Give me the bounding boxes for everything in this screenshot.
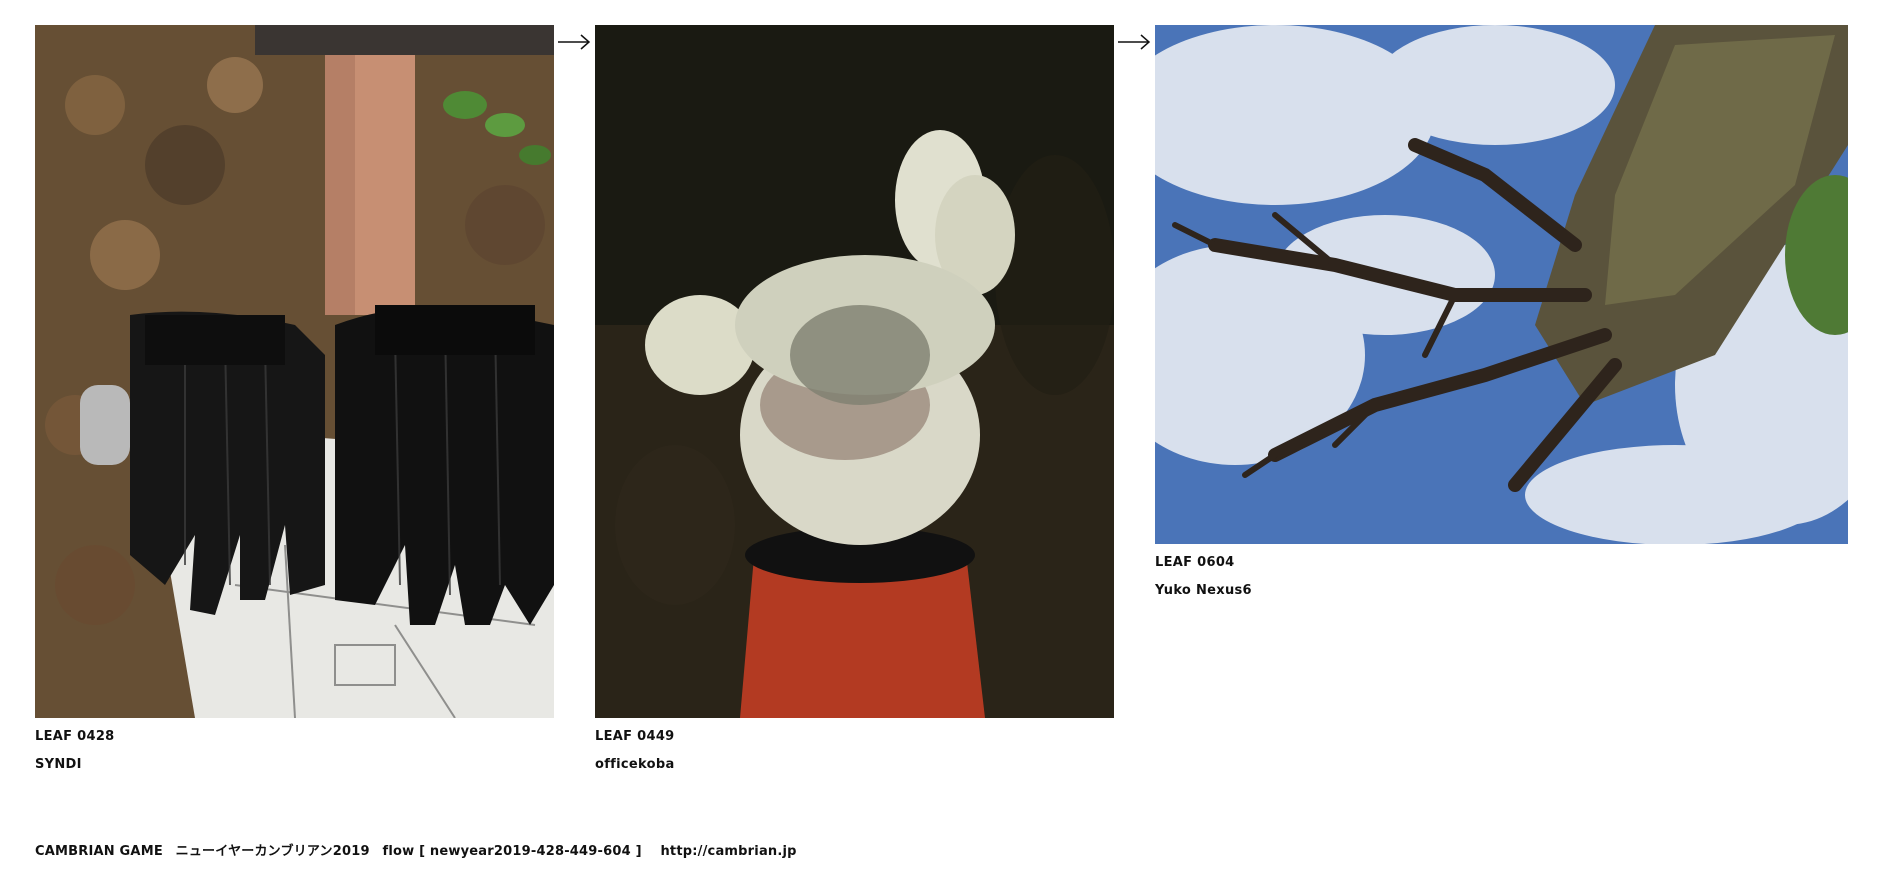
footer-title-jp: ニューイヤーカンブリアン2019 (175, 844, 370, 859)
footer: CAMBRIAN GAME ニューイヤーカンブリアン2019 flow [ ne… (35, 840, 805, 859)
leaf-0428-photo[interactable] (35, 25, 554, 718)
stuffed-rabbit-image (595, 25, 1114, 718)
leaf-0604-photo[interactable] (1155, 25, 1848, 544)
footer-game-name: CAMBRIAN GAME (35, 844, 163, 859)
leaf-0449-photo[interactable] (595, 25, 1114, 718)
arrow-icon (557, 33, 591, 51)
tree-and-sky-image (1155, 25, 1848, 544)
black-gloves-image (35, 25, 554, 718)
leaf-0449-id[interactable]: LEAF 0449 (595, 729, 675, 744)
leaf-0604-id[interactable]: LEAF 0604 (1155, 555, 1235, 570)
footer-flow: flow [ newyear2019-428-449-604 ] (382, 844, 642, 859)
leaf-0428-id[interactable]: LEAF 0428 (35, 729, 115, 744)
page: LEAF 0428 SYNDI LEAF 0449 officekoba LEA… (0, 0, 1883, 872)
footer-url-link[interactable]: http://cambrian.jp (660, 844, 796, 859)
leaf-0428-author[interactable]: SYNDI (35, 757, 82, 772)
arrow-icon (1117, 33, 1151, 51)
leaf-0604-author[interactable]: Yuko Nexus6 (1155, 583, 1252, 598)
leaf-0449-author[interactable]: officekoba (595, 757, 675, 772)
